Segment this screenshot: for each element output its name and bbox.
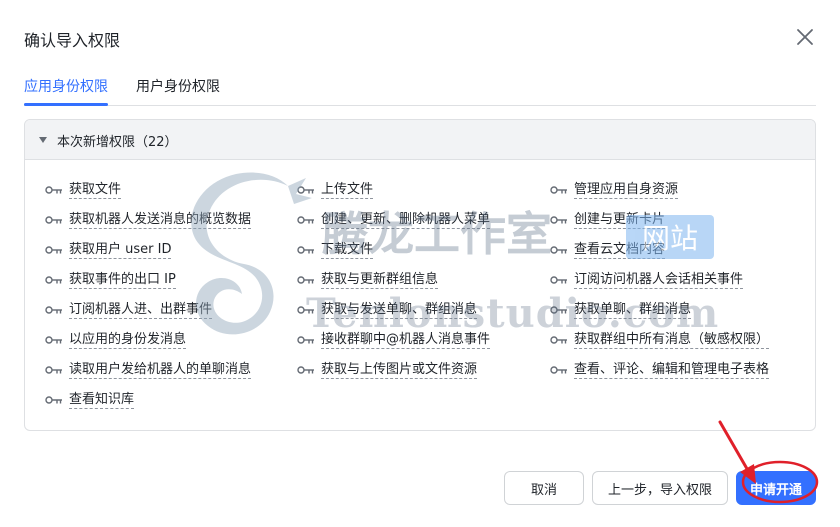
- permission-label: 获取群组中所有消息（敏感权限）: [574, 332, 770, 349]
- tab-app-identity[interactable]: 应用身份权限: [24, 76, 108, 96]
- permission-label: 读取用户发给机器人的单聊消息: [69, 362, 252, 379]
- permission-item: 订阅访问机器人会话相关事件: [550, 271, 744, 289]
- apply-button[interactable]: 申请开通: [736, 471, 816, 505]
- tab-user-identity[interactable]: 用户身份权限: [136, 76, 220, 96]
- permission-label: 创建、更新、删除机器人菜单: [321, 212, 491, 229]
- permission-item: 获取用户 user ID: [45, 241, 172, 259]
- tab-bar: 应用身份权限 用户身份权限: [24, 72, 816, 106]
- key-icon: [297, 216, 314, 224]
- permission-label: 管理应用自身资源: [574, 182, 679, 199]
- permission-item: 接收群聊中@机器人消息事件: [297, 331, 491, 349]
- permission-item: 查看云文档内容: [550, 241, 666, 259]
- permission-label: 查看知识库: [69, 392, 135, 409]
- key-icon: [297, 306, 314, 314]
- close-icon[interactable]: [794, 26, 816, 48]
- permission-item: 创建、更新、删除机器人菜单: [297, 211, 491, 229]
- permission-label: 获取用户 user ID: [69, 242, 172, 259]
- permission-item: 查看知识库: [45, 391, 135, 409]
- permission-label: 上传文件: [321, 182, 374, 199]
- key-icon: [550, 246, 567, 254]
- key-icon: [45, 366, 62, 374]
- permission-item: 创建与更新卡片: [550, 211, 666, 229]
- key-icon: [45, 336, 62, 344]
- key-icon: [550, 306, 567, 314]
- permission-panel: 本次新增权限（22） 获取文件 上传文件 管理应用自身资源获取机器人发送消息的概览数…: [24, 119, 816, 431]
- caret-down-icon: [39, 137, 47, 143]
- permission-label: 获取与发送单聊、群组消息: [321, 302, 478, 319]
- permission-label: 下载文件: [321, 242, 374, 259]
- key-icon: [45, 306, 62, 314]
- previous-step-button[interactable]: 上一步，导入权限: [592, 471, 728, 505]
- dialog-title: 确认导入权限: [24, 31, 121, 50]
- permission-label: 创建与更新卡片: [574, 212, 666, 229]
- cancel-button[interactable]: 取消: [504, 471, 584, 505]
- key-icon: [45, 276, 62, 284]
- permission-label: 查看云文档内容: [574, 242, 666, 259]
- permission-item: 读取用户发给机器人的单聊消息: [45, 361, 252, 379]
- key-icon: [297, 366, 314, 374]
- key-icon: [550, 216, 567, 224]
- permission-item: 获取单聊、群组消息: [550, 301, 692, 319]
- key-icon: [550, 186, 567, 194]
- permission-item: 以应用的身份发消息: [45, 331, 187, 349]
- permission-label: 获取单聊、群组消息: [574, 302, 692, 319]
- permission-item: 下载文件: [297, 241, 374, 259]
- permission-label: 接收群聊中@机器人消息事件: [321, 332, 491, 349]
- permission-item: 获取机器人发送消息的概览数据: [45, 211, 252, 229]
- permission-label: 以应用的身份发消息: [69, 332, 187, 349]
- key-icon: [297, 336, 314, 344]
- permission-label: 获取机器人发送消息的概览数据: [69, 212, 252, 229]
- permission-item: 获取事件的出口 IP: [45, 271, 176, 289]
- permission-item: 获取与更新群组信息: [297, 271, 439, 289]
- permission-item: 获取群组中所有消息（敏感权限）: [550, 331, 770, 349]
- permission-item: 获取与发送单聊、群组消息: [297, 301, 478, 319]
- permission-item: 获取文件: [45, 181, 122, 199]
- permission-label: 获取与更新群组信息: [321, 272, 439, 289]
- permission-label: 获取与上传图片或文件资源: [321, 362, 478, 379]
- permission-label: 订阅访问机器人会话相关事件: [574, 272, 744, 289]
- key-icon: [297, 276, 314, 284]
- key-icon: [297, 186, 314, 194]
- active-tab-indicator: [24, 103, 108, 106]
- permission-label: 订阅机器人进、出群事件: [69, 302, 213, 319]
- key-icon: [45, 246, 62, 254]
- key-icon: [550, 336, 567, 344]
- permission-label: 查看、评论、编辑和管理电子表格: [574, 362, 770, 379]
- key-icon: [297, 246, 314, 254]
- permission-item: 上传文件: [297, 181, 374, 199]
- key-icon: [45, 396, 62, 404]
- section-title: 本次新增权限（22）: [57, 135, 178, 150]
- permission-item: 查看、评论、编辑和管理电子表格: [550, 361, 770, 379]
- section-header[interactable]: 本次新增权限（22）: [25, 120, 815, 160]
- key-icon: [550, 366, 567, 374]
- permission-label: 获取事件的出口 IP: [69, 272, 176, 289]
- permission-item: 订阅机器人进、出群事件: [45, 301, 213, 319]
- permission-item: 获取与上传图片或文件资源: [297, 361, 478, 379]
- permission-label: 获取文件: [69, 182, 122, 199]
- permission-item: 管理应用自身资源: [550, 181, 679, 199]
- key-icon: [45, 216, 62, 224]
- key-icon: [550, 276, 567, 284]
- key-icon: [45, 186, 62, 194]
